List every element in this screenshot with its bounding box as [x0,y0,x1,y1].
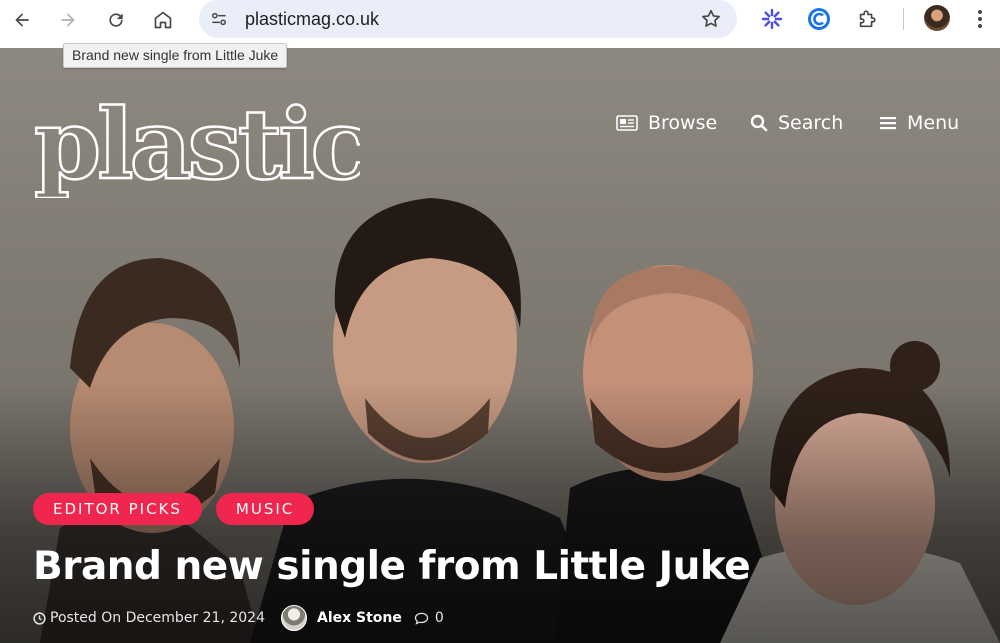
site-info-icon [212,12,226,26]
more-menu-icon[interactable] [972,8,988,30]
forward-icon [61,13,75,27]
article-title[interactable]: Brand new single from Little Juke [33,544,751,589]
forward-button[interactable] [52,4,84,36]
comment-bubble-icon [414,612,429,625]
site-logo[interactable]: plastic [30,88,360,198]
clock-icon [33,611,46,625]
extension-sparkle-icon [761,8,783,30]
author-avatar[interactable] [280,605,307,631]
post-date: Posted On December 21, 2024 [50,610,265,626]
home-icon [154,11,172,29]
extensions-button[interactable] [853,5,881,33]
category-tags: EDITOR PICKS MUSIC [33,493,315,525]
nav-search[interactable]: Search [750,112,843,134]
bookmark-button[interactable] [699,7,723,31]
extension-sparkle-button[interactable] [758,5,786,33]
link-tooltip: Brand new single from Little Juke [63,43,288,68]
site-info-button[interactable] [207,7,231,31]
extensions-puzzle-icon [859,10,876,28]
article-meta: Posted On December 21, 2024 Alex Stone 0 [33,605,444,631]
site-logo-text: plastic [34,88,360,198]
nav-browse-label: Browse [648,112,718,134]
reload-icon [109,13,123,27]
hero-banner[interactable]: plastic Browse Search Menu EDITOR PICKS … [0,48,1000,643]
address-bar[interactable]: plasticmag.co.uk [199,0,737,38]
comments-link[interactable]: 0 [414,610,444,626]
search-icon [750,114,768,132]
hamburger-menu-icon [880,117,896,130]
extension-c-icon [808,8,830,30]
nav-search-label: Search [778,112,844,134]
category-editor-picks[interactable]: EDITOR PICKS [33,493,202,525]
back-button[interactable] [6,4,38,36]
reload-button[interactable] [100,4,132,36]
home-button[interactable] [147,4,179,36]
back-icon [15,13,29,27]
nav-menu-label: Menu [907,112,960,134]
category-music[interactable]: MUSIC [215,493,315,525]
bookmark-star-icon [702,9,720,27]
browser-toolbar: plasticmag.co.uk [0,0,1000,48]
nav-browse[interactable]: Browse [616,112,717,134]
toolbar-divider [903,8,904,30]
comment-count: 0 [434,610,444,626]
author-name[interactable]: Alex Stone [317,610,402,626]
url-text[interactable]: plasticmag.co.uk [245,9,379,30]
extension-c-button[interactable] [805,5,833,33]
profile-avatar[interactable] [924,5,950,31]
newspaper-icon [616,115,638,131]
nav-menu[interactable]: Menu [879,112,959,134]
